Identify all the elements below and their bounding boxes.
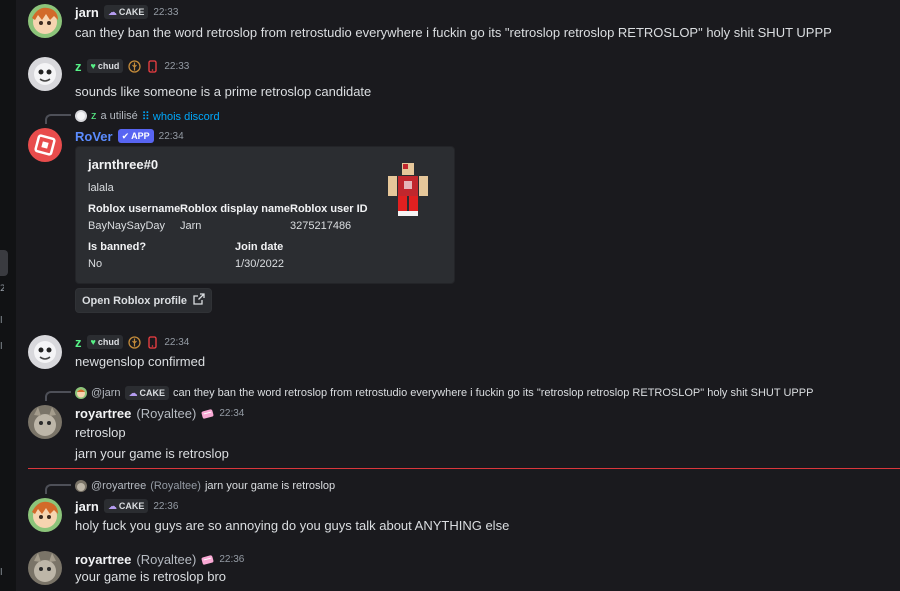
guild-tag-label: CAKE [139, 388, 166, 398]
cake-icon: ☁ [107, 500, 117, 511]
cake-icon: ☁ [107, 6, 117, 17]
timestamp[interactable]: 22:33 [164, 61, 189, 72]
embed-field-value: Jarn [180, 220, 202, 232]
embed-field-value: BayNaySayDay [88, 220, 166, 232]
timestamp[interactable]: 22:34 [164, 337, 189, 348]
reply-username[interactable]: @jarn [91, 387, 121, 399]
display-name[interactable]: (Royaltee) [136, 552, 196, 567]
reply-preview[interactable]: @royartree (Royaltee) jarn your game is … [75, 478, 335, 494]
server-rail-selected-pill[interactable] [0, 250, 8, 276]
username[interactable]: jarn [75, 5, 99, 20]
timestamp[interactable]: 22:33 [153, 7, 178, 18]
embed-description: lalala [88, 182, 114, 194]
username[interactable]: royartree [75, 552, 131, 567]
reply-username[interactable]: z [91, 110, 97, 122]
green-heart-icon: ♥ [90, 61, 96, 71]
mini-avatar [75, 480, 87, 492]
server-rail-edge: 2 l l l [0, 0, 16, 591]
message-text: sounds like someone is a prime retroslop… [75, 84, 372, 99]
message-text: can they ban the word retroslop from ret… [75, 25, 832, 40]
mobile-phone-icon [146, 335, 159, 349]
cake-icon: ☁ [128, 387, 138, 398]
open-roblox-profile-button[interactable]: Open Roblox profile [75, 288, 212, 313]
reply-display-name[interactable]: (Royaltee) [150, 480, 201, 492]
timestamp[interactable]: 22:34 [219, 408, 244, 419]
slash-command-icon: ⠿ [141, 110, 150, 123]
guild-tag-label: CAKE [118, 501, 145, 511]
app-badge-label: APP [131, 131, 150, 141]
timestamp[interactable]: 22:36 [219, 554, 244, 565]
avatar[interactable] [28, 551, 62, 585]
new-messages-divider [28, 468, 900, 469]
embed-title: jarnthree#0 [88, 157, 159, 172]
pink-tiara-icon[interactable] [201, 407, 214, 420]
rail-mark: l [0, 342, 3, 352]
reply-text: jarn your game is retroslop [204, 480, 336, 492]
avatar[interactable] [28, 498, 62, 532]
green-heart-icon: ♥ [90, 337, 96, 347]
guild-tag[interactable]: ☁ CAKE [103, 499, 149, 513]
rail-mark: l [0, 316, 3, 326]
display-name[interactable]: (Royaltee) [136, 406, 196, 421]
guild-tag[interactable]: ☁ CAKE [103, 5, 149, 19]
reply-connector [45, 484, 71, 494]
embed-field-name: Roblox username [88, 203, 181, 215]
embed-field-value: 3275217486 [290, 220, 352, 232]
command-reply[interactable]: z a utilisé ⠿ whois discord [75, 108, 220, 124]
embed-field-name: Roblox display name [180, 203, 291, 215]
reply-text: can they ban the word retroslop from ret… [173, 387, 814, 399]
roblox-avatar-thumbnail[interactable] [384, 161, 432, 221]
slash-command-name: whois discord [152, 110, 220, 123]
reply-connector [45, 114, 71, 124]
avatar[interactable] [28, 335, 62, 369]
guild-tag[interactable]: ♥ chud [86, 59, 124, 73]
embed-field-name: Is banned? [88, 241, 147, 253]
embed-field-name: Roblox user ID [290, 203, 368, 215]
mini-avatar [75, 110, 87, 122]
username[interactable]: jarn [75, 499, 99, 514]
message-text: holy fuck you guys are so annoying do yo… [75, 518, 510, 533]
message-text: your game is retroslop bro [75, 569, 227, 584]
guild-tag[interactable]: ☁ CAKE [124, 386, 170, 400]
username[interactable]: royartree [75, 406, 131, 421]
message-list: jarn ☁ CAKE 22:33 can they ban the word r… [16, 0, 900, 591]
reply-preview[interactable]: @jarn ☁ CAKE can they ban the word retros… [75, 385, 813, 401]
reply-action: a utilisé [100, 110, 138, 122]
username[interactable]: RoVer [75, 129, 113, 144]
guild-tag[interactable]: ♥ chud [86, 335, 124, 349]
rail-mark: 2 [0, 284, 4, 294]
slash-command-link[interactable]: ⠿ whois discord [142, 110, 220, 123]
embed-card: jarnthree#0 lalala Roblox username BayNa… [75, 146, 455, 284]
mini-avatar [75, 387, 87, 399]
checkmark-icon: ✔ [121, 130, 130, 141]
pink-tiara-icon[interactable] [201, 553, 214, 566]
avatar[interactable] [28, 4, 62, 38]
wheat-badge-icon[interactable] [128, 335, 141, 349]
rail-mark: l [0, 568, 3, 578]
button-label: Open Roblox profile [81, 294, 188, 307]
timestamp[interactable]: 22:34 [159, 131, 184, 142]
guild-tag-label: CAKE [118, 7, 145, 17]
username[interactable]: z [75, 59, 82, 74]
embed-field-value: No [88, 258, 103, 270]
wheat-badge-icon[interactable] [128, 59, 141, 73]
external-link-icon [193, 293, 205, 308]
reply-username[interactable]: @royartree [91, 480, 146, 492]
avatar[interactable] [28, 405, 62, 439]
avatar[interactable] [28, 57, 62, 91]
reply-connector [45, 391, 71, 401]
message-text: newgenslop confirmed [75, 354, 206, 369]
timestamp[interactable]: 22:36 [153, 501, 178, 512]
message-text: retroslop [75, 425, 126, 440]
embed-field-value: 1/30/2022 [235, 258, 284, 270]
mobile-phone-icon [146, 59, 159, 73]
embed-field-name: Join date [235, 241, 284, 253]
username[interactable]: z [75, 335, 82, 350]
message-text: jarn your game is retroslop [75, 446, 229, 461]
avatar[interactable] [28, 128, 62, 162]
guild-tag-label: chud [97, 61, 120, 71]
guild-tag-label: chud [97, 337, 120, 347]
app-badge: ✔ APP [117, 129, 154, 143]
